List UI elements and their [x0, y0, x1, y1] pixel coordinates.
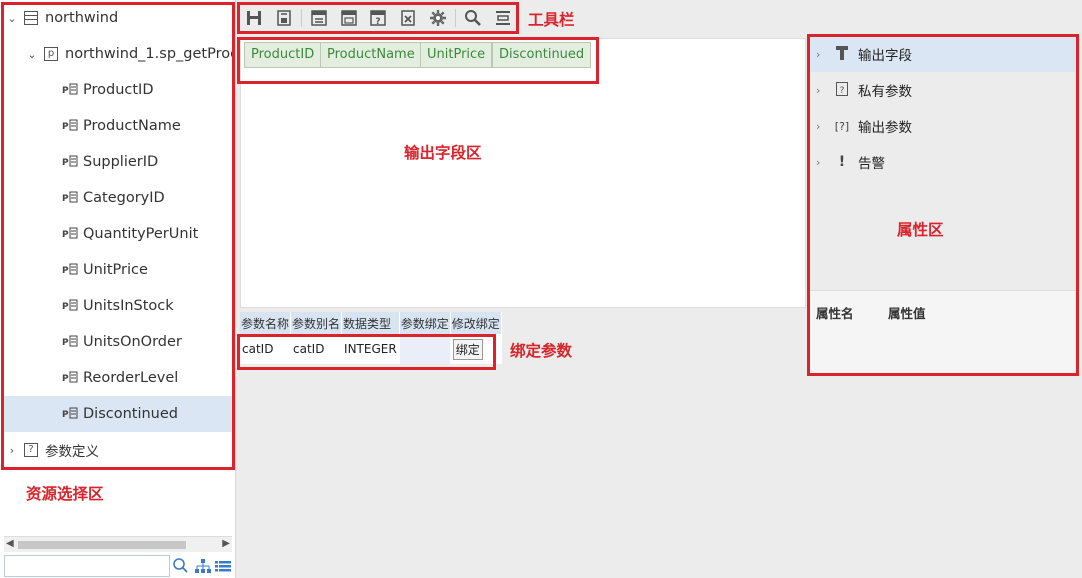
annotation-label-properties: 属性区 — [897, 221, 944, 239]
annotation-box-output-fields — [237, 37, 599, 84]
search-input[interactable] — [4, 555, 170, 577]
param-column-header: 数据类型 — [341, 312, 400, 334]
param-column-header: 修改绑定 — [450, 312, 502, 334]
scroll-left-icon[interactable]: ◀ — [6, 538, 14, 549]
list-view-icon[interactable] — [214, 556, 232, 576]
param-column-header: 参数别名 — [290, 312, 343, 334]
param-table-header: 参数名称 参数别名 数据类型 参数绑定 修改绑定 — [240, 312, 502, 334]
scrollbar-thumb[interactable] — [18, 541, 186, 549]
search-icon[interactable] — [172, 556, 190, 576]
param-column-header: 参数名称 — [240, 312, 292, 334]
annotation-box-resource — [1, 2, 235, 470]
horizontal-scrollbar[interactable]: ◀ ▶ — [4, 536, 232, 552]
annotation-box-properties — [807, 34, 1079, 376]
tree-structure-icon[interactable] — [194, 556, 212, 576]
scroll-right-icon[interactable]: ▶ — [222, 538, 230, 549]
annotation-label-resource: 资源选择区 — [26, 485, 104, 503]
annotation-label-bind-params: 绑定参数 — [510, 342, 573, 360]
annotation-label-output-area: 输出字段区 — [404, 144, 482, 162]
annotation-box-toolbar — [237, 2, 519, 34]
param-column-header: 参数绑定 — [399, 312, 451, 334]
annotation-label-toolbar: 工具栏 — [528, 11, 575, 29]
annotation-box-bind-params — [237, 334, 496, 370]
